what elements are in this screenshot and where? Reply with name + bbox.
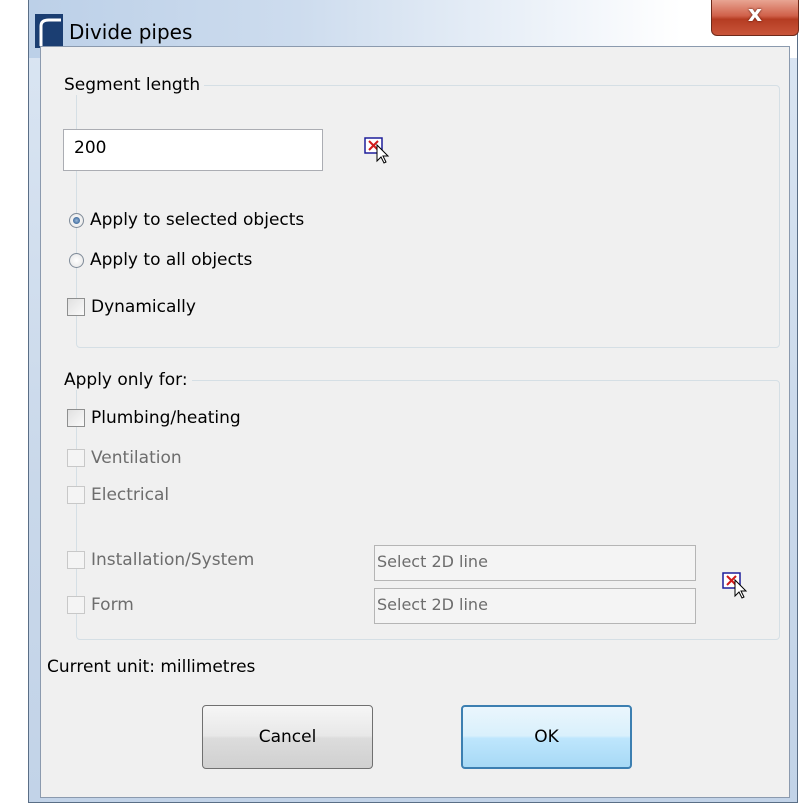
current-unit-text: Current unit: millimetres bbox=[47, 657, 256, 677]
segment-length-group-label: Segment length bbox=[60, 75, 205, 95]
dialog-client-area: Segment length 200 Apply to selected obj… bbox=[40, 46, 790, 798]
ventilation-option: Ventilation bbox=[67, 448, 182, 468]
electrical-option: Electrical bbox=[67, 485, 169, 505]
apply-selected-label: Apply to selected objects bbox=[90, 210, 305, 230]
dynamically-checkbox[interactable] bbox=[67, 298, 85, 316]
plumbing-option[interactable]: Plumbing/heating bbox=[67, 408, 241, 428]
apply-all-radio[interactable] bbox=[69, 252, 84, 268]
apply-selected-option[interactable]: Apply to selected objects bbox=[69, 210, 304, 230]
apply-all-label: Apply to all objects bbox=[90, 250, 253, 270]
cancel-button[interactable]: Cancel bbox=[202, 705, 373, 769]
apply-only-for-group-label: Apply only for: bbox=[60, 370, 192, 390]
app-icon bbox=[35, 14, 63, 48]
close-button[interactable]: x bbox=[711, 0, 799, 36]
form-checkbox bbox=[67, 596, 85, 614]
apply-all-option[interactable]: Apply to all objects bbox=[69, 250, 252, 270]
form-input: Select 2D line bbox=[374, 588, 696, 624]
dynamically-label: Dynamically bbox=[91, 297, 196, 317]
installation-system-option: Installation/System bbox=[67, 550, 254, 570]
ok-button[interactable]: OK bbox=[461, 705, 632, 769]
window-title: Divide pipes bbox=[69, 20, 193, 44]
electrical-label: Electrical bbox=[91, 485, 170, 505]
pick-line-icon[interactable] bbox=[721, 570, 751, 600]
form-option: Form bbox=[67, 595, 134, 615]
installation-system-checkbox bbox=[67, 551, 85, 569]
form-label: Form bbox=[91, 595, 134, 615]
ventilation-checkbox bbox=[67, 449, 85, 467]
segment-length-input[interactable]: 200 bbox=[63, 129, 323, 171]
plumbing-label: Plumbing/heating bbox=[91, 408, 241, 428]
ventilation-label: Ventilation bbox=[91, 448, 182, 468]
installation-system-input: Select 2D line bbox=[374, 545, 696, 581]
installation-system-label: Installation/System bbox=[91, 550, 255, 570]
pick-point-icon[interactable] bbox=[363, 135, 393, 165]
electrical-checkbox bbox=[67, 486, 85, 504]
plumbing-checkbox[interactable] bbox=[67, 409, 85, 427]
dialog-window: Divide pipes x Segment length 200 Apply … bbox=[28, 0, 799, 803]
close-icon: x bbox=[747, 2, 763, 27]
dynamically-option[interactable]: Dynamically bbox=[67, 297, 196, 317]
apply-selected-radio[interactable] bbox=[69, 212, 84, 228]
